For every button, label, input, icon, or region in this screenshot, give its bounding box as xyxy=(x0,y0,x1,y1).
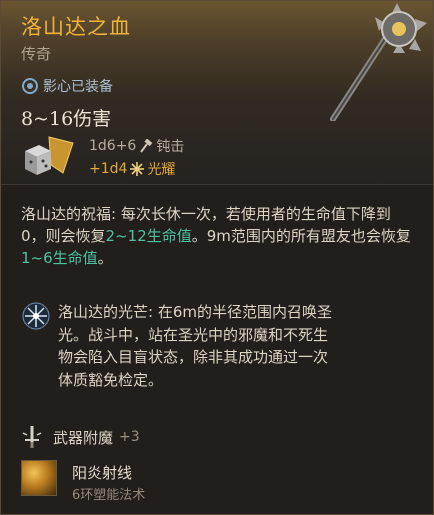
item-name: 洛山达之血 xyxy=(21,15,131,39)
blessing-text-end: 。 xyxy=(97,249,113,267)
shadowheart-icon xyxy=(22,78,38,94)
damage-type-bludgeoning: 钝击 xyxy=(156,139,185,155)
radiant-dice: +1d4 xyxy=(89,161,128,177)
dice-icon xyxy=(25,136,74,175)
blessing-text-allies: 。9m范围内的所有盟友也会恢复 xyxy=(191,227,411,245)
damage-line-bludgeoning: 1d6+6 钝击 xyxy=(89,136,184,156)
weapon-enchantment: 武器附魔 +3 xyxy=(21,425,140,449)
heal-allies-value: 1~6生命值 xyxy=(21,249,98,267)
spell-name: 阳炎射线 xyxy=(72,464,133,482)
item-rarity: 传奇 xyxy=(21,45,52,63)
aura-description: 洛山达的光芒: 在6m的半径范围内召唤圣光。战斗中，站在圣光中的邪魔和不死生物会… xyxy=(58,301,338,391)
damage-range: 8~16伤害 xyxy=(21,108,112,130)
heal-self-value: 2~12生命值 xyxy=(105,227,192,245)
hammer-icon xyxy=(140,139,153,153)
item-tooltip: 洛山达之血 传奇 影心已装备 8~16伤害 1d6+6 钝击 +1d4 光耀 洛… xyxy=(0,0,434,515)
damage-line-radiant: +1d4 光耀 xyxy=(89,159,175,179)
sword-enchant-icon xyxy=(22,426,42,448)
damage-type-radiant: 光耀 xyxy=(147,162,176,178)
radiance-icon xyxy=(22,302,50,330)
aura-title: 洛山达的光芒: xyxy=(58,303,154,321)
damage-dice: 1d6+6 xyxy=(89,138,137,154)
blessing-title: 洛山达的祝福: xyxy=(21,205,117,223)
granted-spell[interactable]: 阳炎射线 6环塑能法术 xyxy=(21,460,421,508)
enchant-label: 武器附魔 xyxy=(53,428,114,447)
mace-icon xyxy=(330,3,427,121)
enchant-bonus: +3 xyxy=(119,429,140,445)
blessing-description: 洛山达的祝福: 每次长休一次，若使用者的生命值下降到0，则会恢复2~12生命值。… xyxy=(21,203,413,269)
equipped-status: 影心已装备 xyxy=(21,76,113,96)
equipped-label: 影心已装备 xyxy=(43,79,113,95)
sunbeam-spell-icon xyxy=(21,460,57,496)
tooltip-header: 洛山达之血 传奇 影心已装备 8~16伤害 1d6+6 钝击 +1d4 光耀 xyxy=(1,1,433,185)
radiant-icon xyxy=(130,162,145,176)
spell-level: 6环塑能法术 xyxy=(72,488,146,503)
